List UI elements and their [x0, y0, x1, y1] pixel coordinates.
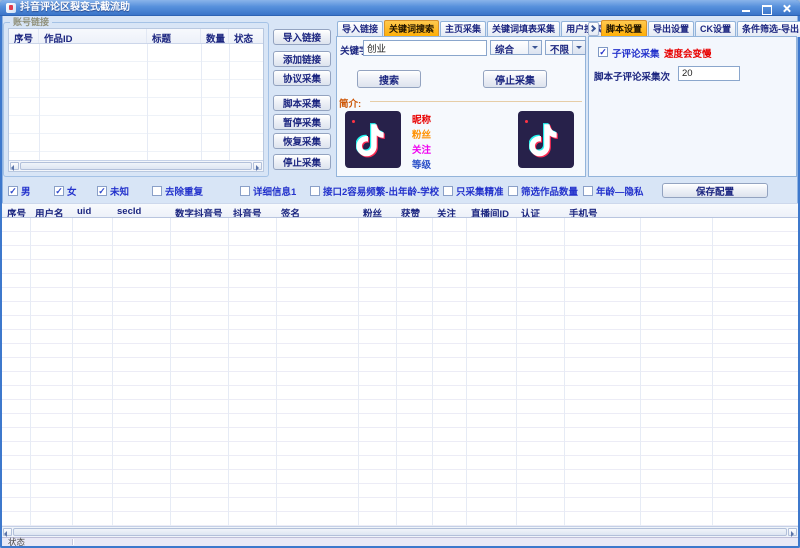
col-empty [712, 204, 798, 217]
scroll-left-icon[interactable] [10, 162, 19, 171]
checkbox-unknown[interactable]: ✓ 未知 [97, 184, 129, 198]
tab-ck-settings[interactable]: CK设置 [695, 21, 737, 37]
col-secid[interactable]: secId [112, 204, 170, 217]
sort-select[interactable]: 综合 [490, 40, 542, 56]
chevron-down-icon[interactable] [528, 41, 541, 54]
window-controls [741, 0, 792, 16]
account-links-label: 账号链接 [10, 17, 53, 28]
main-hscrollbar[interactable] [2, 526, 798, 537]
works-table-hscrollbar[interactable] [9, 160, 263, 171]
results-table-header: 序号 用户名 uid secId 数字抖音号 抖音号 签名 粉丝 获赞 关注 直… [2, 203, 798, 218]
scroll-right-icon[interactable] [788, 528, 797, 537]
checkbox-precise-only[interactable]: 只采集精准 [443, 184, 504, 198]
col-verified[interactable]: 认证 [516, 204, 564, 217]
col-signature[interactable]: 签名 [276, 204, 358, 217]
record-dot-icon [352, 120, 355, 123]
works-col-title[interactable]: 标题 [147, 29, 201, 43]
maximize-icon[interactable] [761, 3, 772, 15]
main-scroll-thumb[interactable] [13, 528, 787, 536]
sub-comment-count-label: 脚本子评论采集次 [594, 72, 671, 83]
col-liveroom-id[interactable]: 直播间ID [466, 204, 516, 217]
status-bar: 状态 [2, 537, 798, 547]
works-scroll-thumb[interactable] [20, 162, 252, 170]
intro-label: 简介: [339, 99, 362, 110]
tab-keyword-search[interactable]: 关键词搜索 [384, 20, 440, 37]
status-separator [72, 539, 73, 545]
works-table: 序号 作品ID 标题 数量 状态 [8, 28, 264, 172]
profile-field-nickname: 昵称 [412, 115, 432, 126]
works-table-body [9, 44, 263, 160]
col-fans[interactable]: 粉丝 [358, 204, 396, 217]
middle-tabstrip: 导入链接 关键词搜索 主页采集 关键词填表采集 用户搜索 [337, 20, 622, 37]
col-phone[interactable]: 手机号 [564, 204, 640, 217]
col-numeric-id[interactable]: 数字抖音号 [170, 204, 228, 217]
checkbox-female[interactable]: ✓ 女 [54, 184, 77, 198]
col-uid[interactable]: uid [72, 204, 112, 217]
tab-import-links[interactable]: 导入链接 [337, 21, 384, 37]
window-title: 抖音评论区裂变式截流助 [20, 2, 130, 13]
right-tabstrip: 脚本设置 导出设置 CK设置 条件筛选-导出 [588, 20, 800, 37]
stop-collect-button[interactable]: 停止采集 [273, 154, 331, 170]
close-icon[interactable] [781, 3, 792, 14]
profile-field-level: 等级 [412, 160, 432, 171]
checkbox-age-privacy[interactable]: 年龄—隐私 [583, 184, 644, 198]
app-window: 抖音评论区裂变式截流助 账号链接 序号 作品ID 标题 数量 状态 导入链接 添… [0, 0, 800, 548]
tiktok-logo [518, 111, 574, 168]
tiktok-logo [345, 111, 401, 168]
col-username[interactable]: 用户名 [30, 204, 72, 217]
col-index[interactable]: 序号 [2, 204, 30, 217]
grid-lines [2, 218, 798, 526]
sub-comment-count-input[interactable] [678, 66, 740, 81]
checkbox-filter-works-count[interactable]: 筛选作品数量 [508, 184, 578, 198]
pause-collect-button[interactable]: 暂停采集 [273, 114, 331, 130]
tab-condition-filter-export[interactable]: 条件筛选-导出 [737, 21, 800, 37]
tab-export-settings[interactable]: 导出设置 [648, 21, 695, 37]
titlebar: 抖音评论区裂变式截流助 [0, 0, 800, 16]
save-config-button[interactable]: 保存配置 [662, 183, 768, 198]
sub-comment-label[interactable]: 子评论采集 [612, 46, 660, 60]
account-links-groupbox: 账号链接 序号 作品ID 标题 数量 状态 [3, 17, 269, 177]
checkbox-api2-age-school[interactable]: 接口2容易频繁-出年龄-学校 [310, 184, 439, 198]
works-table-header: 序号 作品ID 标题 数量 状态 [9, 29, 263, 44]
checkbox-detail-info[interactable]: 详细信息1 [240, 184, 296, 198]
works-col-count[interactable]: 数量 [201, 29, 229, 43]
sub-comment-checkbox[interactable]: ✓ [598, 47, 608, 57]
results-table-body [2, 218, 798, 526]
profile-field-fans: 粉丝 [412, 130, 432, 141]
col-likes[interactable]: 获赞 [396, 204, 432, 217]
stop-search-button[interactable]: 停止采集 [483, 70, 547, 88]
protocol-collect-button[interactable]: 协议采集 [273, 70, 331, 86]
script-collect-button[interactable]: 脚本采集 [273, 95, 331, 111]
record-dot-icon [525, 120, 528, 123]
col-douyin-id[interactable]: 抖音号 [228, 204, 276, 217]
speed-warning-text: 速度会变慢 [664, 49, 712, 60]
works-col-status[interactable]: 状态 [229, 29, 265, 43]
tab-script-settings[interactable]: 脚本设置 [601, 20, 648, 37]
tab-scroll-right-icon[interactable] [588, 22, 599, 36]
app-icon [6, 3, 16, 13]
status-text: 状态 [8, 537, 26, 547]
tiktok-note-icon [356, 123, 385, 158]
col-following[interactable]: 关注 [432, 204, 466, 217]
works-col-id[interactable]: 作品ID [39, 29, 147, 43]
works-col-index[interactable]: 序号 [9, 29, 39, 43]
scroll-left-icon[interactable] [3, 528, 12, 537]
minimize-icon[interactable] [741, 3, 752, 14]
import-links-button[interactable]: 导入链接 [273, 29, 331, 45]
tab-keyword-form-collect[interactable]: 关键词填表采集 [487, 21, 561, 37]
search-button[interactable]: 搜索 [357, 70, 421, 88]
checkbox-male[interactable]: ✓ 男 [8, 184, 31, 198]
scroll-right-icon[interactable] [253, 162, 262, 171]
col-empty [640, 204, 712, 217]
range-select[interactable]: 不限 [545, 40, 586, 56]
profile-field-follow: 关注 [412, 145, 432, 156]
add-links-button[interactable]: 添加链接 [273, 51, 331, 67]
resume-collect-button[interactable]: 恢复采集 [273, 133, 331, 149]
chevron-down-icon[interactable] [572, 41, 585, 54]
tiktok-note-icon [529, 123, 558, 158]
keyword-input[interactable] [363, 40, 487, 56]
tab-homepage-collect[interactable]: 主页采集 [440, 21, 487, 37]
checkbox-dedupe[interactable]: 去除重复 [152, 184, 203, 198]
intro-divider [370, 101, 582, 102]
